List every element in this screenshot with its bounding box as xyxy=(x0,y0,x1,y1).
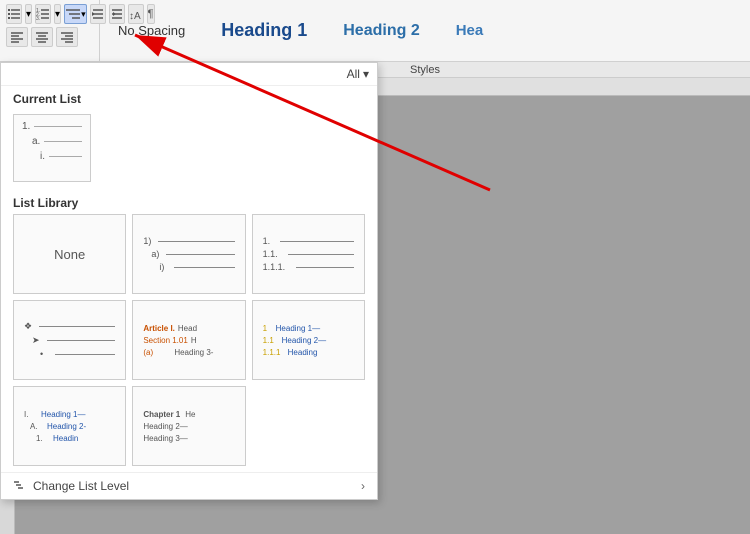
toolbar: ▾ 1.2.3. ▾ ▾ ↕A ¶ xyxy=(0,0,750,62)
library-item-legal[interactable]: Article I. Head Section 1.01 H (a) Headi… xyxy=(132,300,245,380)
lib-row-r3: 1. Headin xyxy=(36,434,115,443)
styles-area: No Spacing Heading 1 Heading 2 Hea xyxy=(100,0,750,61)
multilevel-list-dropdown: All ▾ Current List 1. a. i. List Library xyxy=(0,62,378,500)
unordered-list-dropdown[interactable]: ▾ xyxy=(25,4,32,24)
lib-row-r2: A. Heading 2- xyxy=(30,422,115,431)
list-line-3: i. xyxy=(40,151,82,162)
current-list-title: Current List xyxy=(1,86,377,110)
svg-text:3.: 3. xyxy=(36,16,40,20)
align-right-btn[interactable] xyxy=(56,27,78,47)
multilevel-list-btn[interactable]: ▾ xyxy=(64,4,87,24)
lib-row-3n: 1.1.1. xyxy=(263,262,354,272)
style-heading2[interactable]: Heading 2 xyxy=(335,20,427,42)
library-item-heading-num[interactable]: 1 Heading 1— 1.1 Heading 2— 1.1.1 Headin… xyxy=(252,300,365,380)
align-center-btn[interactable] xyxy=(31,27,53,47)
lib-row-c3: Heading 3— xyxy=(143,434,234,443)
library-grid: None 1) a) i) xyxy=(13,214,365,466)
lib-row-b1: ❖ xyxy=(24,321,115,332)
lib-row-b3: • xyxy=(40,349,115,359)
lib-row-3a: i) xyxy=(159,262,234,272)
list-library-area: None 1) a) i) xyxy=(1,214,377,472)
lib-row-hn2: 1.1 Heading 2— xyxy=(263,336,354,345)
lib-row-2n: 1.1. xyxy=(263,249,354,259)
list-toolbar: ▾ 1.2.3. ▾ ▾ ↕A ¶ xyxy=(0,0,100,61)
lib-row-l3: (a) Heading 3- xyxy=(143,348,234,357)
lib-row-2a: a) xyxy=(151,249,234,259)
all-filter-btn[interactable]: All ▾ xyxy=(347,67,369,81)
list-line-1: 1. xyxy=(22,121,82,132)
lib-row-l2: Section 1.01 H xyxy=(143,336,234,345)
current-list-box[interactable]: 1. a. i. xyxy=(13,114,91,182)
filter-dropdown-arrow: ▾ xyxy=(363,67,369,81)
lib-row-hn3: 1.1.1 Heading xyxy=(263,348,354,357)
toolbar-row-2 xyxy=(6,27,93,47)
lib-row-c1: Chapter 1 He xyxy=(143,410,234,419)
ordered-list-dropdown[interactable]: ▾ xyxy=(54,4,61,24)
dropdown-header: All ▾ xyxy=(1,63,377,86)
library-item-none[interactable]: None xyxy=(13,214,126,294)
library-item-roman[interactable]: I. Heading 1— A. Heading 2- 1. Headin xyxy=(13,386,126,466)
change-level-icon xyxy=(13,480,27,492)
library-item-bullets[interactable]: ❖ ➤ • xyxy=(13,300,126,380)
chevron-right-icon: › xyxy=(361,479,365,493)
style-no-spacing[interactable]: No Spacing xyxy=(110,21,193,40)
list-line-2: a. xyxy=(32,136,82,147)
style-heading3[interactable]: Hea xyxy=(448,20,492,41)
lib-row-1n: 1. xyxy=(263,236,354,246)
style-heading1[interactable]: Heading 1 xyxy=(213,18,315,43)
lib-row-hn1: 1 Heading 1— xyxy=(263,324,354,333)
lib-row-r1: I. Heading 1— xyxy=(24,410,115,419)
toolbar-row-1: ▾ 1.2.3. ▾ ▾ ↕A ¶ xyxy=(6,4,93,24)
lib-row-b2: ➤ xyxy=(32,335,115,346)
library-item-numeric[interactable]: 1. 1.1. 1.1.1. xyxy=(252,214,365,294)
list-library-title: List Library xyxy=(1,190,377,214)
library-item-alpha[interactable]: 1) a) i) xyxy=(132,214,245,294)
unordered-list-btn[interactable] xyxy=(6,4,22,24)
lib-row-l1: Article I. Head xyxy=(143,324,234,333)
current-list-area: 1. a. i. xyxy=(1,110,377,190)
library-item-chapter[interactable]: Chapter 1 He Heading 2— Heading 3— xyxy=(132,386,245,466)
align-left-btn[interactable] xyxy=(6,27,28,47)
ordered-list-btn[interactable]: 1.2.3. xyxy=(35,4,51,24)
lib-row-1a: 1) xyxy=(143,236,234,246)
styles-ribbon: No Spacing Heading 1 Heading 2 Hea xyxy=(100,0,750,61)
change-list-level-btn[interactable]: Change List Level › xyxy=(1,472,377,499)
lib-row-c2: Heading 2— xyxy=(143,422,234,431)
